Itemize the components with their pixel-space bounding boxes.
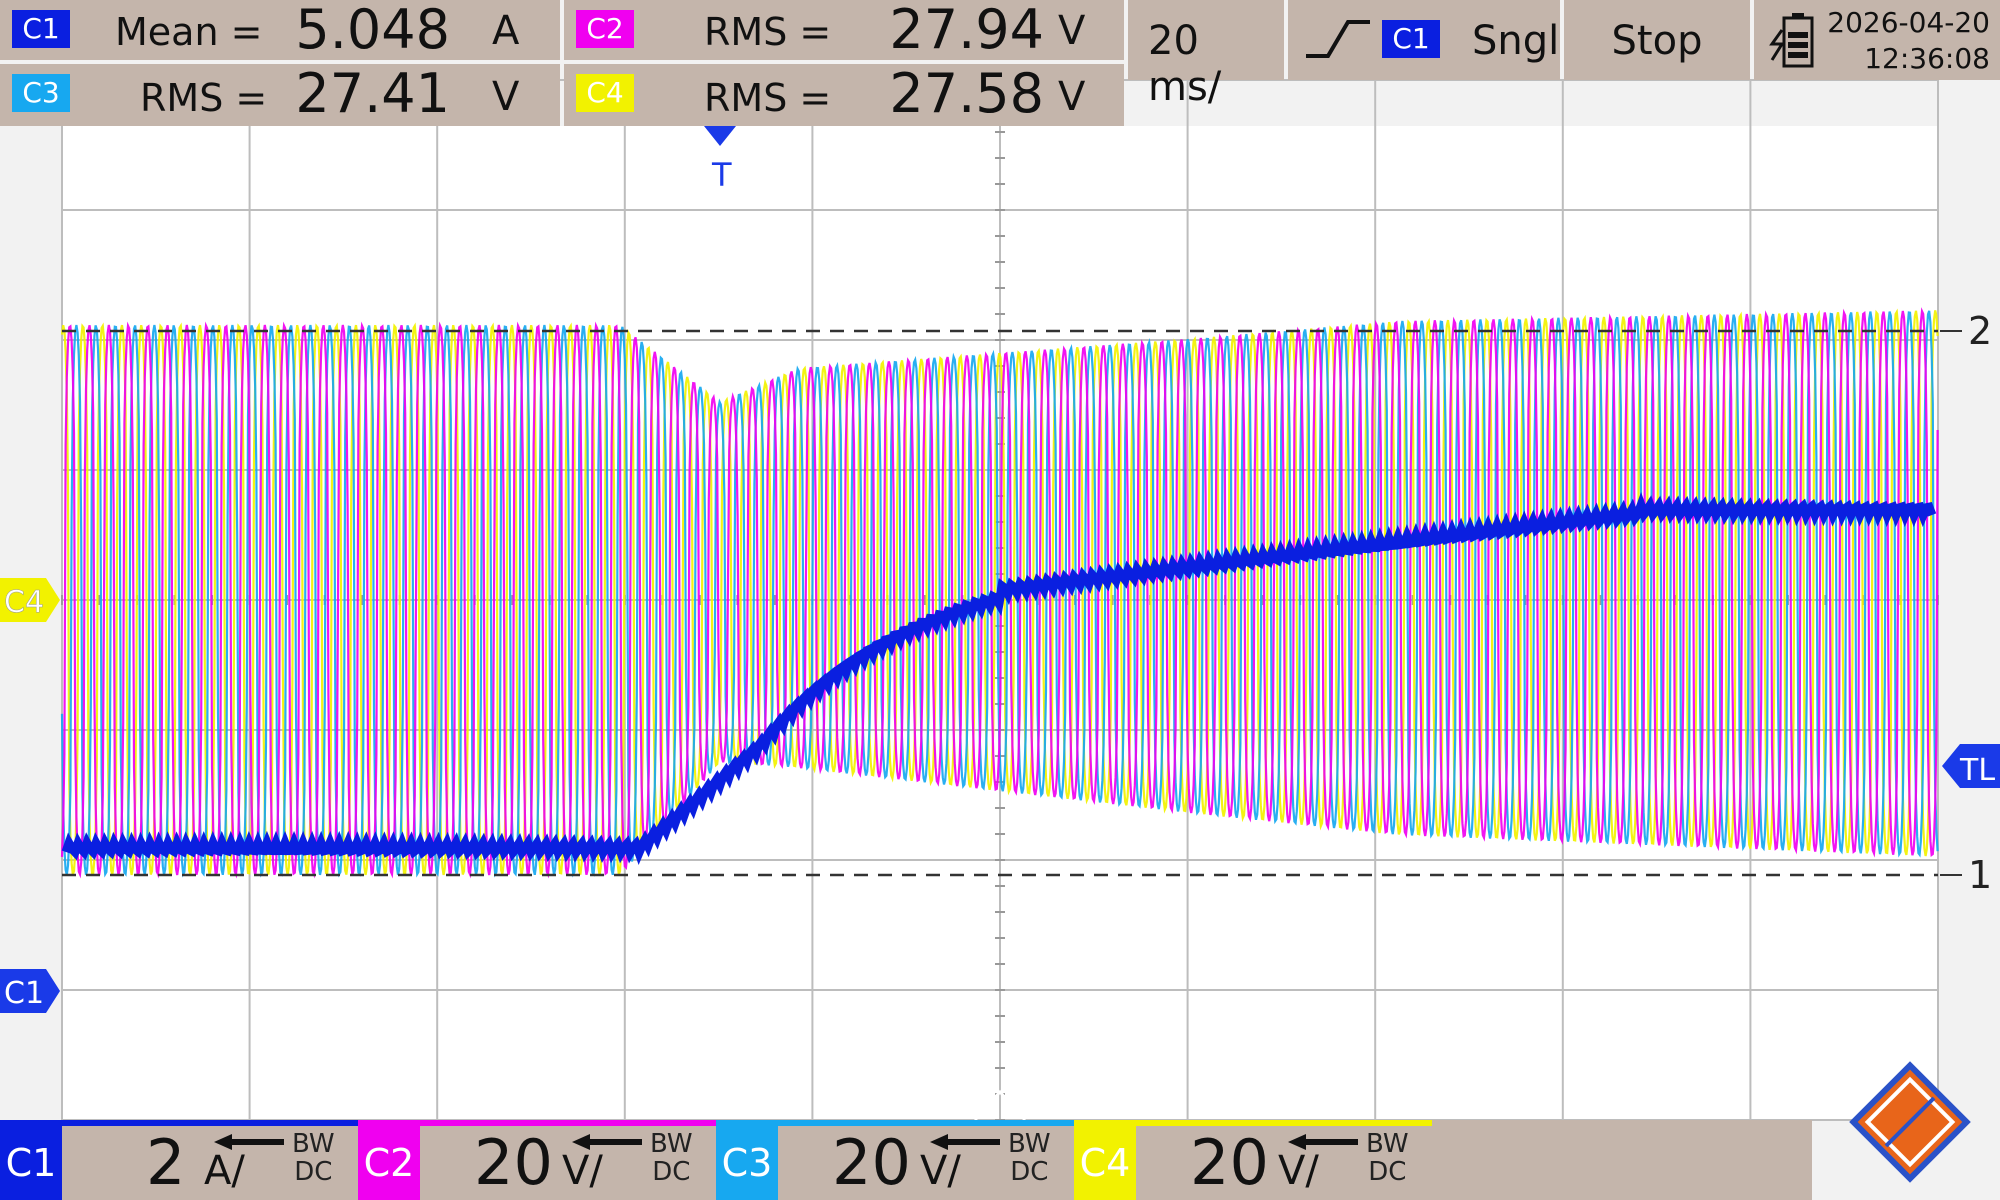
rohde-schwarz-logo-icon — [1849, 1061, 1971, 1183]
channel-panel-c4[interactable]: C4 20 V/ BW DC — [1074, 1120, 1432, 1200]
channel-panel-c1[interactable]: C1 2 A/ BW DC — [0, 1120, 358, 1200]
probe-icon — [930, 1134, 1000, 1150]
cursor-upper-label: 2 — [1968, 309, 1992, 353]
cursor-lower-label: 1 — [1968, 853, 1992, 897]
channel-panel-c4-bandwidth: BW DC — [1366, 1129, 1409, 1187]
measurement-c2-unit: V — [1058, 8, 1086, 54]
measurement-c4-value: 27.58 — [889, 62, 1044, 125]
channel-panel-c4-label: C4 — [1074, 1126, 1136, 1200]
measurement-c3-label: RMS = — [140, 76, 268, 120]
oscilloscope-display: 2 1 T TL C4 C1 — [0, 79, 2000, 1121]
channel-panel-c2-unit: V/ — [562, 1148, 603, 1194]
measurement-c1-unit: A — [492, 8, 520, 54]
channel-panel-c1-bandwidth: BW DC — [292, 1129, 335, 1187]
channel-panel-c2-label: C2 — [358, 1126, 420, 1200]
measurement-c4-unit: V — [1058, 74, 1086, 120]
timebase-box[interactable]: 20 ms/ — [1128, 0, 1284, 110]
probe-icon — [572, 1134, 642, 1150]
trigger-box[interactable]: C1 Sngl — [1288, 0, 1560, 80]
trigger-mode: Sngl — [1472, 18, 1560, 64]
channel-panel-c3-bandwidth: BW DC — [1008, 1129, 1051, 1187]
channel-panel-c2-bandwidth: BW DC — [650, 1129, 693, 1187]
trigger-level-label: TL — [1959, 753, 1995, 788]
c1-offset-label: C1 — [4, 976, 44, 1011]
probe-icon — [214, 1134, 284, 1150]
trigger-position-label: T — [711, 156, 732, 194]
datetime-box: 2026-04-20 12:36:08 — [1754, 0, 2000, 80]
channel-panel-c1-scale: 2 — [146, 1126, 186, 1199]
measurement-c4-channel-badge: C4 — [576, 74, 634, 112]
measurement-c2-value: 27.94 — [889, 0, 1044, 61]
channel-panel-c4-scale: 20 — [1190, 1126, 1269, 1199]
channel-panel-c3-label: C3 — [716, 1126, 778, 1200]
channel-panel-c2[interactable]: C2 20 V/ BW DC — [358, 1120, 716, 1200]
timebase-value: 20 ms/ — [1148, 18, 1222, 110]
measurement-c1-value: 5.048 — [295, 0, 450, 61]
measurement-c1-label: Mean = — [115, 10, 263, 54]
measurement-c2[interactable]: C2 RMS = 27.94 V — [564, 0, 1124, 61]
measurement-c1[interactable]: C1 Mean = 5.048 A — [0, 0, 560, 61]
c4-offset-label: C4 — [4, 585, 44, 620]
channel-panel-c3[interactable]: C3 20 V/ BW DC — [716, 1120, 1074, 1200]
run-state-label: Stop — [1611, 18, 1703, 64]
date-value: 2026-04-20 — [1827, 6, 1990, 39]
trigger-edge-rising-icon — [1306, 20, 1370, 58]
channel-panel-c4-unit: V/ — [1278, 1148, 1319, 1194]
channel-panel-c1-unit: A/ — [204, 1148, 245, 1194]
channel-panel-c3-unit: V/ — [920, 1148, 961, 1194]
measurement-c4-label: RMS = — [704, 76, 832, 120]
measurement-c3-channel-badge: C3 — [12, 74, 70, 112]
channel-panel-c3-scale: 20 — [832, 1126, 911, 1199]
measurement-c3-unit: V — [492, 74, 520, 120]
measurement-c1-channel-badge: C1 — [12, 10, 70, 48]
time-value: 12:36:08 — [1864, 42, 1990, 75]
channel-panel-empty — [1432, 1120, 1812, 1200]
measurement-c3-value: 27.41 — [295, 62, 450, 125]
probe-icon — [1288, 1134, 1358, 1150]
channel-panel-c2-scale: 20 — [474, 1126, 553, 1199]
measurement-c2-label: RMS = — [704, 10, 832, 54]
run-state-button[interactable]: Stop — [1564, 0, 1750, 80]
measurement-c4[interactable]: C4 RMS = 27.58 V — [564, 62, 1124, 126]
measurement-c3[interactable]: C3 RMS = 27.41 V — [0, 62, 560, 126]
battery-icon — [1769, 13, 1814, 68]
channel-panel-c1-label: C1 — [0, 1126, 62, 1200]
measurement-c2-channel-badge: C2 — [576, 10, 634, 48]
trigger-source-badge: C1 — [1382, 20, 1440, 58]
